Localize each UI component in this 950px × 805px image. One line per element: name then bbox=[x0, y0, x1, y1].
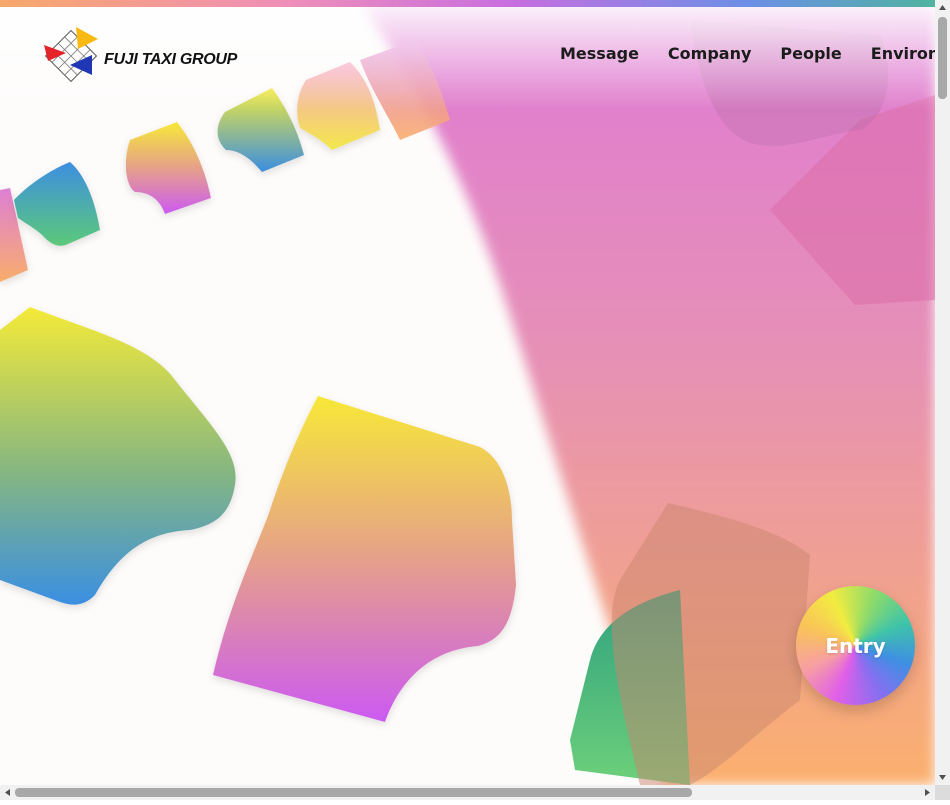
vertical-scroll-thumb[interactable] bbox=[938, 17, 947, 99]
triangle-up-icon[interactable] bbox=[935, 0, 950, 15]
hero-card-small-yellow-purple bbox=[125, 122, 211, 214]
hero-card-small-blue-green bbox=[14, 162, 100, 246]
hero-card-yellow-purple bbox=[213, 396, 516, 722]
triangle-down-icon[interactable] bbox=[935, 770, 950, 785]
triangle-right-icon[interactable] bbox=[920, 785, 935, 800]
nav-item-people[interactable]: People bbox=[780, 44, 841, 63]
entry-label: Entry bbox=[825, 633, 886, 658]
nav-item-message[interactable]: Message bbox=[560, 44, 639, 63]
horizontal-scroll-thumb[interactable] bbox=[15, 788, 692, 797]
hero-artwork bbox=[0, 0, 935, 785]
brand-logo[interactable]: FUJI TAXI GROUP bbox=[40, 25, 255, 85]
vertical-scrollbar[interactable] bbox=[935, 0, 950, 785]
entry-button[interactable]: Entry bbox=[796, 586, 915, 705]
nav-item-environment[interactable]: Environment bbox=[871, 44, 935, 63]
triangle-left-icon[interactable] bbox=[0, 785, 15, 800]
horizontal-scrollbar[interactable] bbox=[0, 785, 935, 800]
page-viewport: FUJI TAXI GROUP Message Company People Envi… bbox=[0, 0, 935, 785]
site-header: FUJI TAXI GROUP Message Company People Envi… bbox=[0, 7, 935, 102]
top-gradient-bar bbox=[0, 0, 935, 7]
scrollbar-corner bbox=[935, 785, 950, 800]
nav-item-company[interactable]: Company bbox=[668, 44, 751, 63]
hero-card-yellow-blue bbox=[0, 307, 236, 605]
fuji-taxi-grid-logo-icon bbox=[44, 27, 98, 83]
brand-name: FUJI TAXI GROUP bbox=[104, 51, 237, 68]
main-nav: Message Company People Environment bbox=[560, 44, 935, 64]
